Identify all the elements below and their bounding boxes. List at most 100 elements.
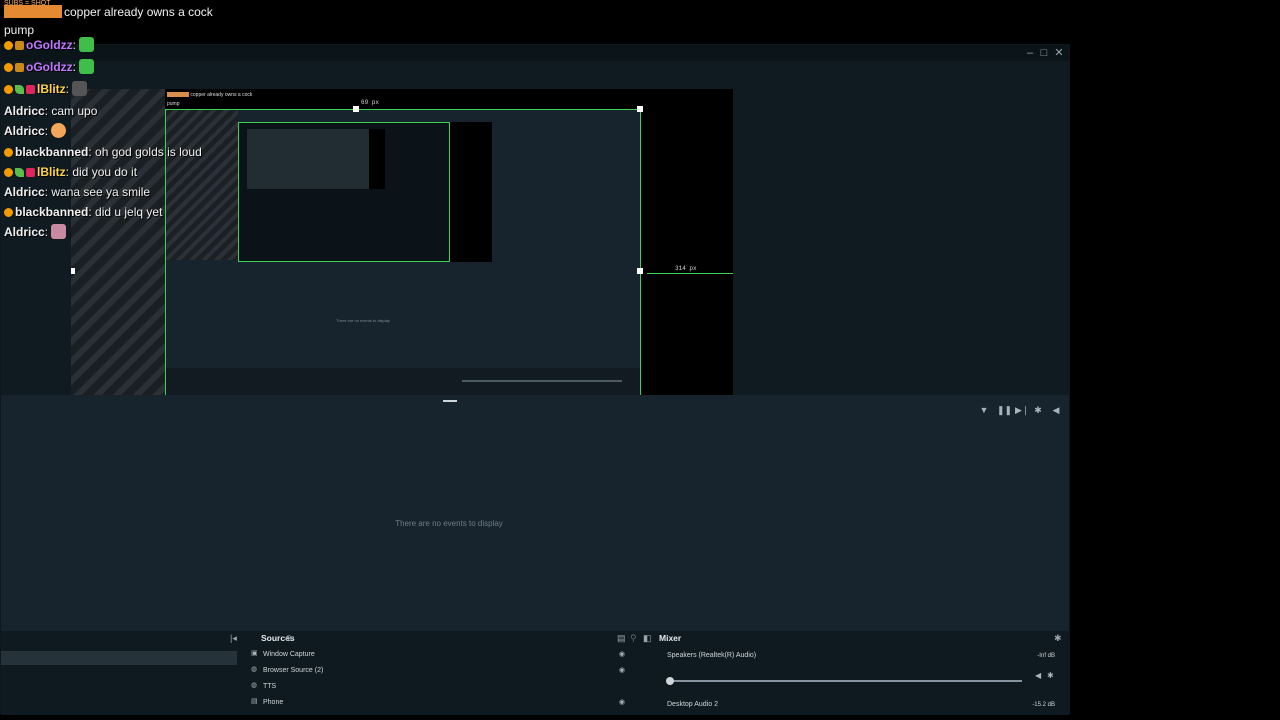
chat-message-text: : bbox=[72, 38, 77, 52]
resize-handle[interactable] bbox=[637, 106, 643, 112]
close-icon[interactable]: ✕ bbox=[1052, 45, 1066, 61]
gift-badge-icon bbox=[26, 85, 35, 94]
chat-message: lBlitz: did you do it bbox=[4, 164, 137, 180]
nested-bottom-dock bbox=[166, 368, 640, 395]
collapse-sources-icon[interactable]: |◂ bbox=[230, 633, 237, 644]
chat-message: Aldricc: bbox=[4, 224, 67, 240]
sub-badge-icon bbox=[4, 85, 13, 94]
skip-icon[interactable]: ▶❘ bbox=[1015, 405, 1029, 415]
source-label: Phone bbox=[263, 699, 284, 706]
emote-icon bbox=[72, 81, 88, 96]
chat-username[interactable]: blackbanned bbox=[15, 145, 88, 159]
chat-message: oGoldzz: bbox=[4, 37, 95, 53]
chat-message-text: : cam upo bbox=[44, 104, 98, 118]
nested-empty-message: There are no events to display bbox=[336, 318, 390, 323]
sub-badge-icon bbox=[4, 168, 13, 177]
events-toolbar: ▼ ❚❚ ▶❘ ✱ ◀ bbox=[979, 405, 1061, 415]
visibility-icon[interactable]: ◉ bbox=[619, 698, 625, 706]
chat-username[interactable]: oGoldzz bbox=[26, 38, 73, 52]
settings-icon[interactable]: ✱ bbox=[1033, 405, 1043, 415]
volume-slider-track[interactable] bbox=[670, 680, 1022, 682]
chat-message-text: : bbox=[72, 60, 77, 74]
chat-username[interactable]: oGoldzz bbox=[26, 60, 73, 74]
chat-message-text: : oh god golds is loud bbox=[88, 145, 202, 159]
maximize-icon[interactable]: □ bbox=[1037, 45, 1051, 61]
mixer-channel-label: Desktop Audio 2 bbox=[667, 701, 718, 708]
source-item[interactable]: ▣ Window Capture ◉ bbox=[251, 647, 629, 663]
nested-black-area bbox=[450, 122, 492, 262]
nested-capture-thumb bbox=[247, 129, 375, 189]
preview-mini-chat-line: copper already owns a cock bbox=[190, 92, 253, 98]
filter-icon[interactable]: ▼ bbox=[979, 405, 989, 415]
editor-preview-area: copper already owns a cock pump There ar… bbox=[1, 61, 1069, 395]
emote-icon bbox=[79, 37, 95, 52]
chat-message: blackbanned: did u jelq yet bbox=[4, 204, 162, 220]
mixer-title: Mixer bbox=[659, 633, 682, 643]
sub-badge-icon bbox=[4, 63, 13, 72]
chat-username[interactable]: lBlitz bbox=[37, 82, 66, 96]
chat-message: oGoldzz: bbox=[4, 59, 95, 75]
mute-icon[interactable]: ◀ bbox=[1035, 671, 1041, 680]
chat-username[interactable]: Aldricc bbox=[4, 124, 45, 138]
source-item[interactable]: ▤ Phone ◉ bbox=[251, 695, 629, 711]
chat-username[interactable]: Aldricc bbox=[4, 225, 45, 239]
mixer-channel-db: -15.2 dB bbox=[1032, 702, 1055, 708]
channel-settings-icon[interactable]: ✱ bbox=[1047, 671, 1054, 680]
chat-message: Aldricc: cam upo bbox=[4, 103, 97, 119]
globe-icon: ◍ bbox=[251, 666, 258, 673]
nested-mixer-bar bbox=[462, 380, 622, 382]
volume-slider-knob[interactable] bbox=[666, 677, 674, 685]
chat-message: Aldricc: bbox=[4, 123, 67, 139]
resize-handle[interactable] bbox=[353, 106, 359, 112]
chat-username[interactable]: blackbanned bbox=[15, 205, 88, 219]
emote-icon bbox=[51, 123, 67, 138]
globe-icon: ◍ bbox=[251, 682, 258, 689]
source-label: Browser Source (2) bbox=[263, 667, 324, 674]
leaf-badge-icon bbox=[15, 168, 24, 177]
chat-message: blackbanned: oh god golds is loud bbox=[4, 144, 202, 160]
visibility-icon[interactable]: ◉ bbox=[619, 650, 625, 658]
source-link-icon[interactable]: ⚲ bbox=[630, 633, 637, 644]
visibility-icon[interactable]: ◉ bbox=[619, 666, 625, 674]
source-item[interactable]: ◍ TTS bbox=[251, 679, 629, 695]
sub-badge-icon bbox=[4, 208, 13, 217]
volume-icon[interactable]: ◀ bbox=[1051, 405, 1061, 415]
chat-username[interactable]: Aldricc bbox=[4, 185, 45, 199]
add-source-icon[interactable]: ⊕ bbox=[285, 633, 293, 644]
source-label: Window Capture bbox=[263, 651, 315, 658]
chat-message-text: : did you do it bbox=[65, 165, 138, 179]
chat-message-text: : bbox=[65, 82, 70, 96]
sub-badge-icon bbox=[4, 41, 13, 50]
chat-message-text: : did u jelq yet bbox=[88, 205, 163, 219]
resize-handle[interactable] bbox=[637, 268, 643, 274]
chat-username[interactable]: Aldricc bbox=[4, 104, 45, 118]
nested-preview-capture[interactable]: There are no events to display bbox=[165, 109, 641, 395]
bits-badge-icon bbox=[15, 63, 24, 72]
emote-icon bbox=[51, 224, 67, 239]
events-empty-message: There are no events to display bbox=[395, 519, 503, 528]
pause-icon[interactable]: ❚❚ bbox=[997, 405, 1012, 415]
nested-capture-frame bbox=[238, 122, 450, 262]
gift-badge-icon bbox=[26, 168, 35, 177]
chat-message-text: : wana see ya smile bbox=[44, 185, 151, 199]
chat-message-text: : bbox=[44, 124, 49, 138]
source-label: TTS bbox=[263, 683, 277, 690]
chat-message: Aldricc: wana see ya smile bbox=[4, 184, 150, 200]
minimize-icon[interactable]: – bbox=[1023, 45, 1037, 61]
chat-username[interactable]: lBlitz bbox=[37, 165, 66, 179]
mixer-toggle-icon[interactable]: ◧ bbox=[643, 633, 652, 644]
source-item[interactable]: ◍ Browser Source (2) ◉ bbox=[251, 663, 629, 679]
source-folder-icon[interactable]: ▤ bbox=[617, 633, 626, 644]
scene-preview[interactable]: copper already owns a cock pump There ar… bbox=[71, 89, 733, 395]
bits-badge-icon bbox=[15, 41, 24, 50]
resize-handle[interactable] bbox=[71, 268, 75, 274]
distance-guide-line bbox=[647, 273, 733, 274]
mixer-settings-icon[interactable]: ✱ bbox=[1054, 633, 1062, 644]
right-distance-label: 314 px bbox=[675, 265, 697, 272]
striped-out-of-bounds-area bbox=[71, 89, 165, 395]
selected-scene-row[interactable] bbox=[1, 651, 237, 665]
panel-resize-handle[interactable] bbox=[443, 400, 457, 402]
top-distance-label: 69 px bbox=[361, 99, 380, 106]
chat-message-text: copper already owns a cock bbox=[64, 5, 213, 19]
chat-message: lBlitz: bbox=[4, 81, 88, 97]
